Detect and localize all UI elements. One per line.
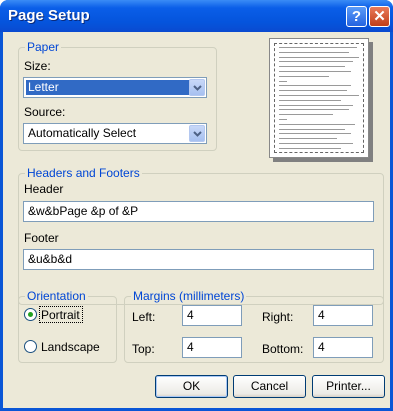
size-label: Size:	[24, 59, 51, 73]
paper-source-value: Automatically Select	[28, 126, 137, 140]
dialog-title: Page Setup	[8, 7, 90, 24]
preview-text-line	[279, 51, 349, 53]
preview-text-line	[279, 119, 287, 120]
margin-left-input[interactable]: 4	[182, 305, 242, 326]
cancel-button[interactable]: Cancel	[233, 375, 306, 398]
header-label: Header	[24, 182, 64, 196]
headers-footers-legend: Headers and Footers	[27, 166, 140, 180]
title-bar[interactable]: Page Setup ? ✕	[0, 0, 393, 32]
preview-text-line	[279, 85, 351, 87]
footer-input[interactable]: &u&b&d	[23, 249, 374, 270]
margin-right-label: Right:	[262, 310, 294, 324]
preview-text-line	[279, 47, 357, 48]
help-icon: ?	[351, 8, 362, 25]
preview-text-line	[279, 99, 341, 101]
page-preview-paper	[269, 38, 369, 158]
ok-button[interactable]: OK	[155, 375, 228, 398]
margin-top-input[interactable]: 4	[182, 337, 242, 358]
preview-text-line	[279, 61, 353, 63]
page-preview-margins	[274, 43, 364, 153]
margin-bottom-label: Bottom:	[262, 342, 304, 356]
preview-text-line	[279, 147, 341, 149]
chevron-down-icon[interactable]	[189, 125, 205, 142]
preview-text-line	[279, 56, 359, 58]
margins-legend: Margins (millimeters)	[133, 289, 245, 303]
preview-text-line	[279, 71, 351, 72]
portrait-radio[interactable]	[24, 308, 37, 321]
preview-text-line	[279, 114, 333, 116]
page-preview	[269, 38, 373, 163]
preview-text-line	[279, 109, 349, 111]
landscape-label[interactable]: Landscape	[41, 340, 100, 354]
preview-text-line	[279, 80, 287, 82]
preview-text-line	[279, 75, 329, 77]
page-setup-dialog: Page Setup ? ✕ Paper Size: Letter Source…	[0, 0, 393, 411]
header-input[interactable]: &w&bPage &p of &P	[23, 201, 374, 222]
close-button[interactable]: ✕	[369, 6, 390, 27]
dialog-body: Paper Size: Letter Source: Automatically…	[3, 32, 390, 408]
preview-text-line	[279, 90, 347, 92]
preview-text-line	[279, 143, 353, 144]
preview-text-line	[279, 138, 337, 140]
preview-text-line	[279, 128, 345, 130]
landscape-radio[interactable]	[24, 340, 37, 353]
preview-text-line	[279, 104, 353, 106]
orientation-legend: Orientation	[27, 289, 86, 303]
close-icon: ✕	[373, 8, 386, 25]
source-label: Source:	[24, 105, 66, 119]
preview-text-line	[279, 95, 359, 96]
paper-size-value: Letter	[26, 80, 190, 95]
help-button[interactable]: ?	[346, 6, 367, 27]
margin-left-label: Left:	[132, 310, 156, 324]
margin-right-input[interactable]: 4	[313, 305, 373, 326]
radio-selected-dot	[28, 312, 33, 317]
preview-text-line	[279, 66, 345, 68]
headers-footers-group: Headers and Footers	[18, 166, 384, 305]
preview-text-line	[279, 133, 351, 135]
chevron-down-icon[interactable]	[189, 79, 205, 96]
paper-source-select[interactable]: Automatically Select	[23, 123, 207, 144]
preview-text-line	[279, 123, 355, 125]
printer-button[interactable]: Printer...	[312, 375, 385, 398]
paper-legend: Paper	[27, 40, 60, 54]
footer-label: Footer	[24, 231, 59, 245]
paper-size-select[interactable]: Letter	[23, 77, 207, 98]
margin-bottom-input[interactable]: 4	[313, 337, 373, 358]
portrait-label[interactable]: Portrait	[41, 308, 80, 322]
margin-top-label: Top:	[132, 342, 155, 356]
